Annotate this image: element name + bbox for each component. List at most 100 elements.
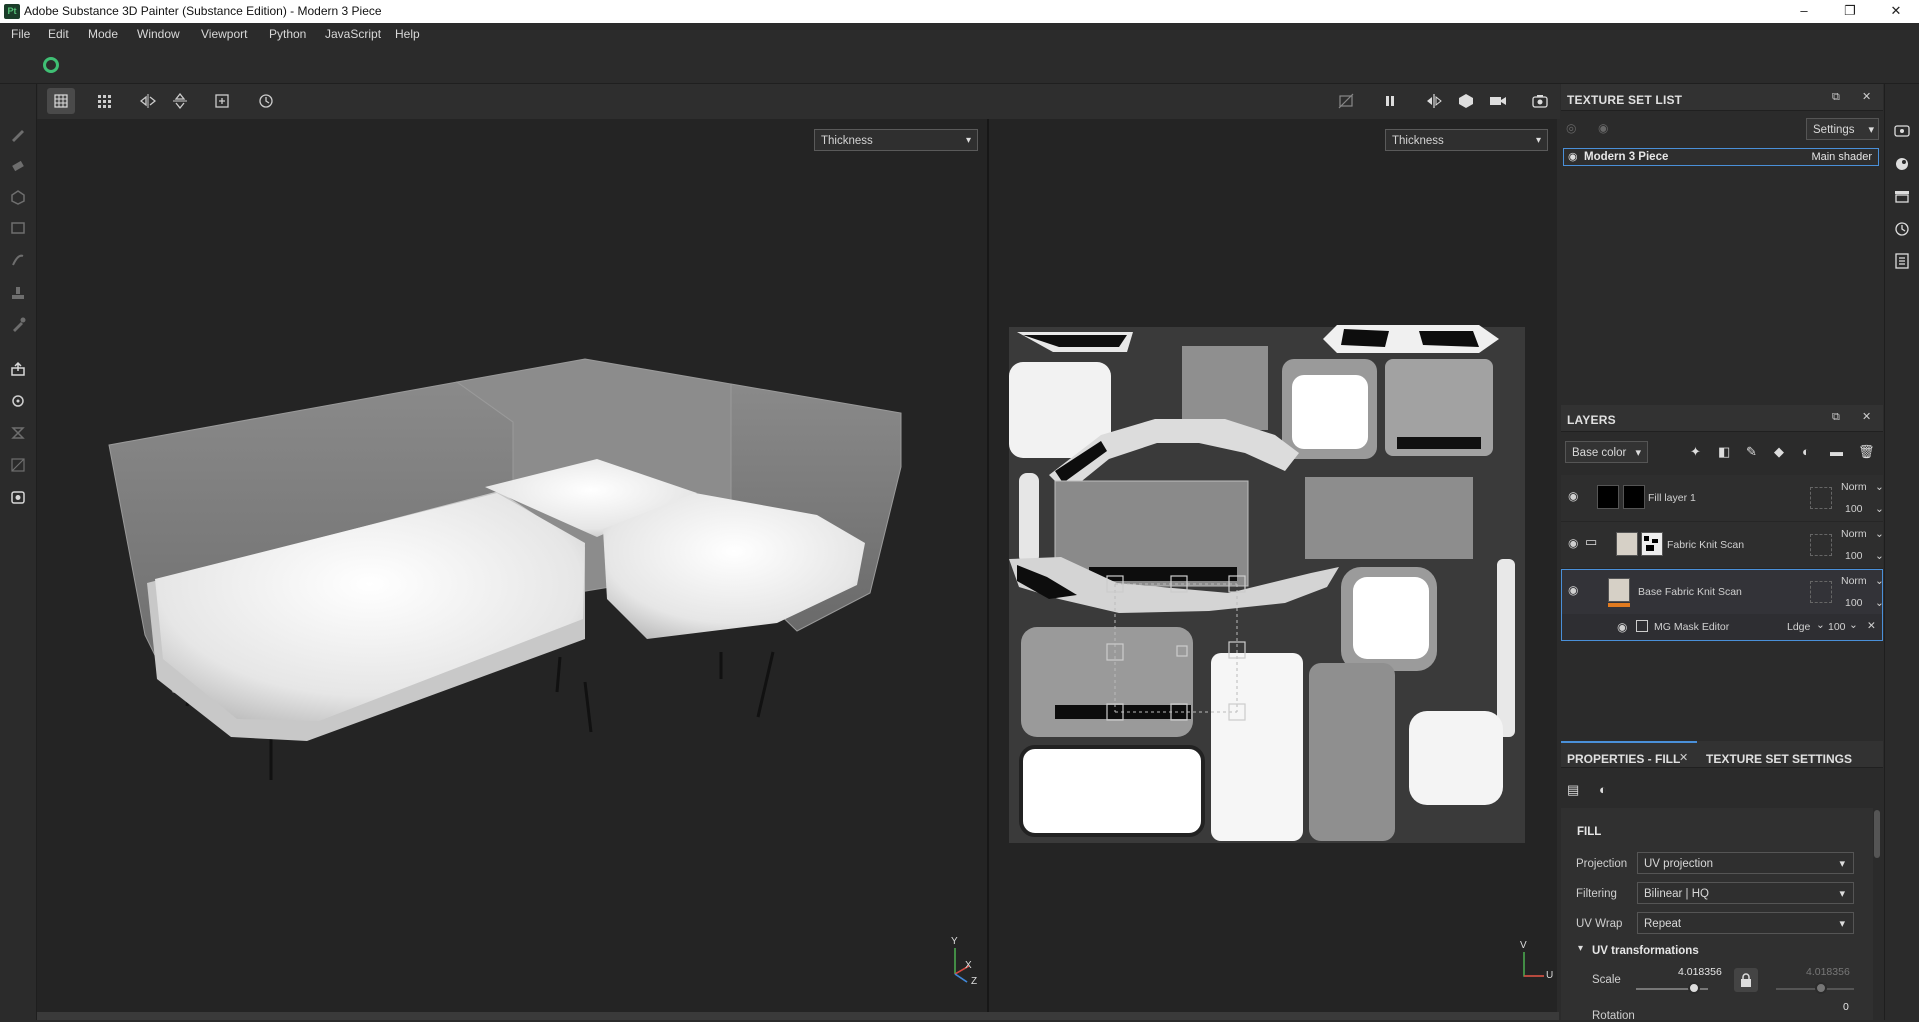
scale-v-slider-handle[interactable] bbox=[1815, 982, 1827, 994]
add-effect-icon[interactable]: ✦ bbox=[1690, 444, 1701, 460]
history-icon[interactable] bbox=[252, 88, 280, 114]
screenshot-icon[interactable] bbox=[1526, 88, 1554, 114]
menu-window[interactable]: Window bbox=[137, 27, 180, 41]
mirror-x-icon[interactable] bbox=[134, 88, 162, 114]
smudge-icon[interactable] bbox=[8, 250, 28, 270]
undock-icon[interactable]: ⧉ bbox=[1832, 411, 1840, 424]
paint-brush-icon[interactable] bbox=[8, 124, 28, 144]
layer-blend-mode[interactable]: Norm bbox=[1841, 528, 1867, 540]
layer-effect-row[interactable]: ◉ MG Mask Editor Ldge ⌄ 100 ⌄ ✕ bbox=[1561, 614, 1883, 641]
undock-icon[interactable]: ⧉ bbox=[1832, 91, 1840, 104]
display-settings-icon[interactable] bbox=[1893, 122, 1911, 140]
folder-icon[interactable]: ▭ bbox=[1585, 534, 1597, 550]
camera-icon[interactable] bbox=[1484, 88, 1512, 114]
projection-icon[interactable] bbox=[8, 187, 28, 207]
material-mode-icon[interactable]: ▤ bbox=[1567, 782, 1579, 798]
display-mode-icon[interactable] bbox=[1452, 88, 1480, 114]
layer-name[interactable]: Fabric Knit Scan bbox=[1667, 539, 1744, 551]
add-smart-material-icon[interactable]: ◐ bbox=[1802, 444, 1810, 459]
log-icon[interactable] bbox=[1893, 252, 1911, 270]
menu-mode[interactable]: Mode bbox=[88, 27, 118, 41]
texture-set-shader[interactable]: Main shader bbox=[1811, 151, 1872, 163]
bake-icon[interactable] bbox=[8, 391, 28, 411]
effect-opacity[interactable]: 100 bbox=[1828, 621, 1846, 633]
mask-thumbnail[interactable] bbox=[1641, 532, 1663, 556]
projection-dropdown[interactable]: UV projection ▾ bbox=[1637, 852, 1854, 874]
viewport-3d[interactable] bbox=[37, 119, 987, 1012]
layer-opacity[interactable]: 100 bbox=[1845, 503, 1863, 515]
effect-blend-mode[interactable]: Ldge bbox=[1787, 621, 1810, 633]
color-picker-icon[interactable] bbox=[8, 314, 28, 334]
close-icon[interactable]: ✕ bbox=[1862, 90, 1871, 103]
texture-set-settings-dropdown[interactable]: Settings ▾ bbox=[1806, 118, 1879, 140]
eye-icon[interactable]: ◉ bbox=[1617, 620, 1627, 634]
shader-settings-icon[interactable] bbox=[1893, 155, 1911, 173]
eye-icon[interactable]: ◉ bbox=[1568, 536, 1578, 550]
eye-icon[interactable]: ◉ bbox=[1568, 583, 1578, 597]
sync-status-icon[interactable] bbox=[43, 57, 59, 73]
add-paint-layer-icon[interactable]: ✎ bbox=[1746, 444, 1757, 460]
texture-set-item[interactable]: ◉ Modern 3 Piece Main shader bbox=[1563, 148, 1879, 166]
close-icon[interactable]: ✕ bbox=[1862, 410, 1871, 423]
viewport-3d-channel-dropdown[interactable]: Thickness ▾ bbox=[814, 129, 978, 151]
scale-value-v[interactable]: 4.018356 bbox=[1806, 966, 1850, 978]
properties-scrollbar[interactable] bbox=[1874, 810, 1880, 858]
rotation-value[interactable]: 0 bbox=[1843, 1001, 1849, 1013]
iray-icon[interactable] bbox=[8, 423, 28, 443]
history-panel-icon[interactable] bbox=[1893, 220, 1911, 238]
viewport-2d-channel-dropdown[interactable]: Thickness ▾ bbox=[1385, 129, 1548, 151]
uv-transformations-header[interactable]: UV transformations bbox=[1592, 945, 1699, 957]
menu-file[interactable]: File bbox=[11, 27, 30, 41]
measure-icon[interactable] bbox=[8, 455, 28, 475]
menu-javascript[interactable]: JavaScript bbox=[325, 27, 381, 41]
maximize-button[interactable]: ❐ bbox=[1827, 0, 1873, 23]
layer-name[interactable]: Fill layer 1 bbox=[1648, 492, 1696, 504]
grid-single-view-icon[interactable] bbox=[47, 88, 75, 114]
snapshot-icon[interactable] bbox=[8, 487, 28, 507]
mask-thumbnail[interactable] bbox=[1623, 485, 1645, 509]
solo-eye-icon[interactable]: ◉ bbox=[1598, 121, 1608, 135]
scale-value[interactable]: 4.018356 bbox=[1678, 966, 1722, 978]
tab-texture-set-settings[interactable]: TEXTURE SET SETTINGS bbox=[1706, 752, 1852, 766]
layer-opacity[interactable]: 100 bbox=[1845, 550, 1863, 562]
add-mask-icon[interactable]: ◧ bbox=[1718, 444, 1730, 460]
layer-name[interactable]: Base Fabric Knit Scan bbox=[1638, 586, 1742, 598]
close-window-button[interactable]: ✕ bbox=[1873, 0, 1919, 23]
layer-blend-mode[interactable]: Norm bbox=[1841, 575, 1867, 587]
tab-properties-fill[interactable]: PROPERTIES - FILL bbox=[1567, 752, 1680, 766]
filtering-dropdown[interactable]: Bilinear | HQ ▾ bbox=[1637, 882, 1854, 904]
menu-help[interactable]: Help bbox=[395, 27, 420, 41]
export-icon[interactable] bbox=[8, 359, 28, 379]
minimize-button[interactable]: – bbox=[1781, 0, 1827, 23]
add-folder-icon[interactable]: ▬ bbox=[1830, 444, 1843, 459]
assets-icon[interactable] bbox=[1893, 187, 1911, 205]
hide-uv-icon[interactable] bbox=[1332, 88, 1360, 114]
layer-blend-mode[interactable]: Norm bbox=[1841, 481, 1867, 493]
uv-wrap-dropdown[interactable]: Repeat ▾ bbox=[1637, 912, 1854, 934]
material-picker-icon[interactable]: ◐ bbox=[1599, 782, 1607, 797]
layer-row[interactable]: ◉ ▭ Fabric Knit Scan Norm ⌄ 100 ⌄ bbox=[1561, 522, 1884, 569]
mirror-y-icon[interactable] bbox=[166, 88, 194, 114]
layer-channel-dropdown[interactable]: Base color ▾ bbox=[1565, 441, 1648, 463]
scale-slider-handle[interactable] bbox=[1688, 982, 1700, 994]
geometry-decal-icon[interactable] bbox=[8, 218, 28, 238]
grid-multi-view-icon[interactable] bbox=[92, 88, 120, 114]
eye-icon[interactable]: ◉ bbox=[1568, 150, 1578, 163]
clone-stamp-icon[interactable] bbox=[8, 283, 28, 303]
layer-row-selected[interactable]: ◉ Base Fabric Knit Scan Norm ⌄ 100 ⌄ bbox=[1561, 569, 1884, 615]
collapse-chevron-icon[interactable]: ▾ bbox=[1578, 943, 1583, 954]
layer-row[interactable]: ◉ Fill layer 1 Norm ⌄ 100 ⌄ bbox=[1561, 475, 1884, 522]
layer-opacity[interactable]: 100 bbox=[1845, 597, 1863, 609]
pause-icon[interactable] bbox=[1376, 88, 1404, 114]
close-icon[interactable]: ✕ bbox=[1679, 751, 1688, 764]
menu-viewport[interactable]: Viewport bbox=[201, 27, 247, 41]
split-view-icon[interactable] bbox=[1420, 88, 1448, 114]
remove-effect-icon[interactable]: ✕ bbox=[1867, 620, 1876, 632]
lock-ratio-button[interactable] bbox=[1734, 968, 1758, 992]
delete-layer-icon[interactable]: 🗑 bbox=[1858, 444, 1875, 460]
effect-name[interactable]: MG Mask Editor bbox=[1654, 621, 1729, 633]
add-frame-icon[interactable] bbox=[208, 88, 236, 114]
eye-icon[interactable]: ◉ bbox=[1568, 489, 1578, 503]
menu-python[interactable]: Python bbox=[269, 27, 306, 41]
hide-eye-icon[interactable]: ◎ bbox=[1566, 121, 1576, 135]
